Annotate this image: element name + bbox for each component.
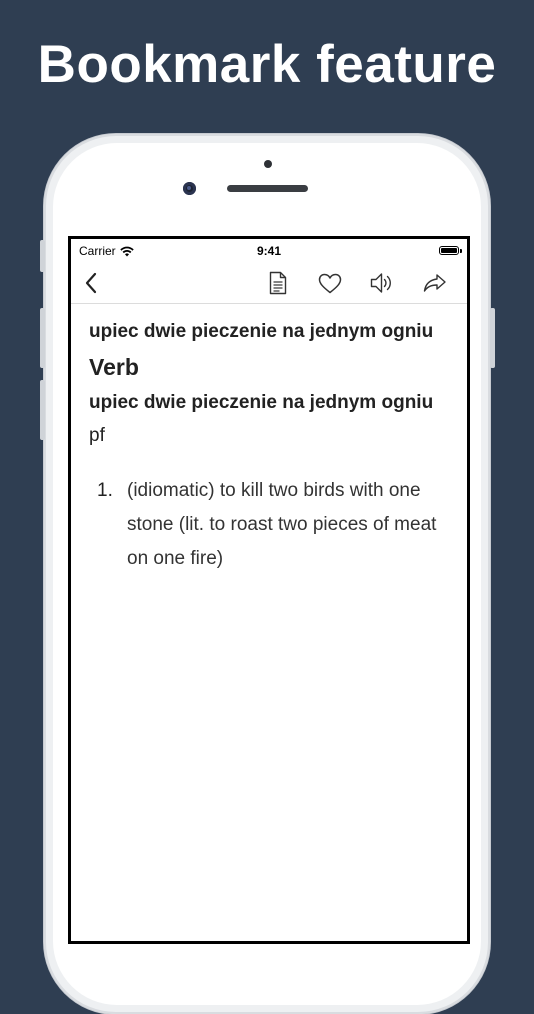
entry-headword: upiec dwie pieczenie na jednym ogniu [89,321,434,342]
chevron-left-icon [85,272,97,294]
speak-button[interactable] [364,263,400,303]
status-bar: Carrier 9:41 [71,239,467,263]
volume-up-button [40,308,45,368]
definition-text: (idiomatic) to kill two birds with one s… [127,480,437,569]
inflection-line: upiec dwie pieczenie na jednym ogniu pf [89,386,449,452]
volume-down-button [40,380,45,440]
definition-number: 1. [97,480,113,501]
inflection-head: upiec dwie pieczenie na jednym ogniu [89,392,434,413]
definition-item: 1. (idiomatic) to kill two birds with on… [89,474,449,576]
part-of-speech: Verb [89,354,139,380]
speaker-icon [370,273,391,293]
promo-headline: Bookmark feature [37,35,497,94]
definition-list: 1. (idiomatic) to kill two birds with on… [89,474,449,576]
battery-tip [460,249,462,253]
phone-screen: Carrier 9:41 upiec dwie pieczenie na jed… [68,236,470,944]
status-time: 9:41 [256,244,282,258]
proximity-sensor [264,160,272,168]
bookmark-heart-button[interactable] [313,263,347,303]
entry-content: upiec dwie pieczenie na jednym ogniu Ver… [89,315,449,576]
navigation-bar [71,263,467,304]
earpiece-speaker [227,185,308,192]
battery-level [441,248,457,253]
power-button [490,308,495,368]
heart-icon [318,273,342,293]
share-button[interactable] [417,263,453,303]
inflection-suffix: pf [89,425,105,446]
document-icon [269,271,287,295]
front-camera [183,182,196,195]
share-icon [423,274,446,292]
mute-switch [40,240,45,272]
battery-icon [439,246,459,255]
document-button[interactable] [261,263,295,303]
back-button[interactable] [77,263,105,303]
